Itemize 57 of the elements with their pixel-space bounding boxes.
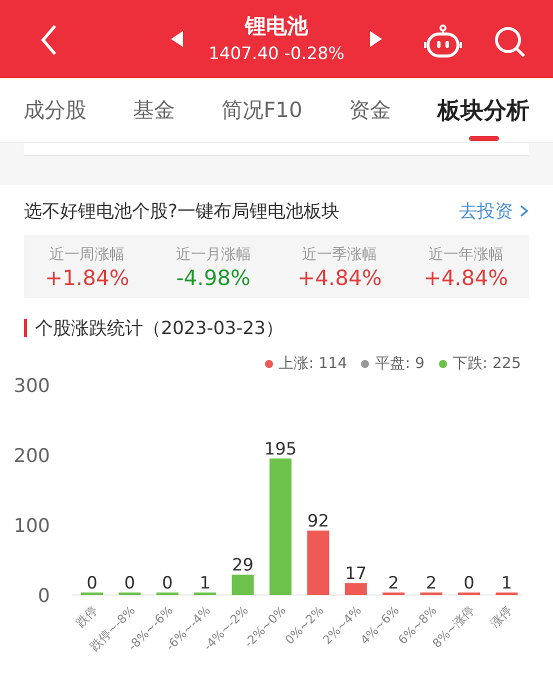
- tab[interactable]: 板块分析: [438, 76, 530, 144]
- return-value: +4.84%: [424, 266, 508, 290]
- bar: [420, 592, 442, 595]
- header-title: 锂电池: [245, 13, 308, 40]
- section-marker: [24, 319, 27, 337]
- tab[interactable]: 成分股: [23, 78, 86, 142]
- bar-value-label: 195: [264, 440, 297, 460]
- previous-icon[interactable]: [170, 31, 183, 47]
- bar-value-label: 17: [345, 564, 367, 584]
- bar: [496, 592, 518, 595]
- return-label: 近一季涨幅: [302, 245, 378, 264]
- return-label: 近一年涨幅: [428, 245, 504, 264]
- search-icon[interactable]: [494, 26, 526, 58]
- bar-value-label: 0: [86, 574, 98, 594]
- return-label: 近一周涨幅: [50, 245, 125, 264]
- section-title: 个股涨跌统计（2023-03-23）: [35, 317, 284, 340]
- bar-value-label: 1: [200, 574, 211, 594]
- tab[interactable]: 简况F10: [222, 78, 302, 142]
- bar-value-label: 1: [501, 574, 512, 594]
- bar: [382, 592, 405, 595]
- bar-value-label: 2: [426, 574, 437, 594]
- next-icon[interactable]: [370, 31, 382, 47]
- return-value: +4.84%: [297, 266, 382, 290]
- chevron-icon: [519, 204, 529, 218]
- bar-value-label: 0: [162, 574, 173, 594]
- bar: [458, 592, 480, 595]
- bar-value-label: 0: [124, 574, 136, 594]
- index-quote: 1407.40 -0.28%: [208, 43, 344, 66]
- y-tick-label: 300: [14, 375, 50, 397]
- bar-value-label: 92: [307, 512, 330, 532]
- x-category-label: 跌停: [73, 603, 100, 630]
- bar: [118, 592, 141, 595]
- x-category-label: 涨停: [488, 603, 515, 630]
- legend-label: 下跌: 225: [452, 354, 521, 373]
- bar-value-label: 29: [232, 556, 254, 576]
- promo-text: 选不好锂电池个股?一键布局锂电池板块: [24, 200, 340, 223]
- return-value: -4.98%: [176, 266, 251, 290]
- bar: [307, 530, 330, 595]
- bar: [81, 592, 103, 595]
- return-label: 近一月涨幅: [176, 245, 251, 264]
- legend-label: 上涨: 114: [278, 354, 348, 373]
- y-tick-label: 100: [14, 515, 50, 537]
- legend-label: 平盘: 9: [375, 354, 425, 373]
- y-tick-label: 0: [38, 585, 50, 607]
- tab[interactable]: 基金: [132, 78, 175, 142]
- back-icon[interactable]: [40, 24, 58, 56]
- bar: [344, 583, 367, 595]
- y-tick-label: 200: [14, 445, 50, 467]
- bar-value-label: 0: [464, 574, 474, 594]
- tab[interactable]: 资金: [349, 78, 391, 142]
- return-value: +1.84%: [44, 266, 130, 290]
- bar: [156, 592, 178, 595]
- bar-value-label: 2: [388, 574, 400, 594]
- bar: [194, 592, 216, 595]
- invest-link[interactable]: 去投资: [459, 199, 529, 223]
- bar: [232, 574, 254, 595]
- robot-icon[interactable]: [424, 24, 462, 58]
